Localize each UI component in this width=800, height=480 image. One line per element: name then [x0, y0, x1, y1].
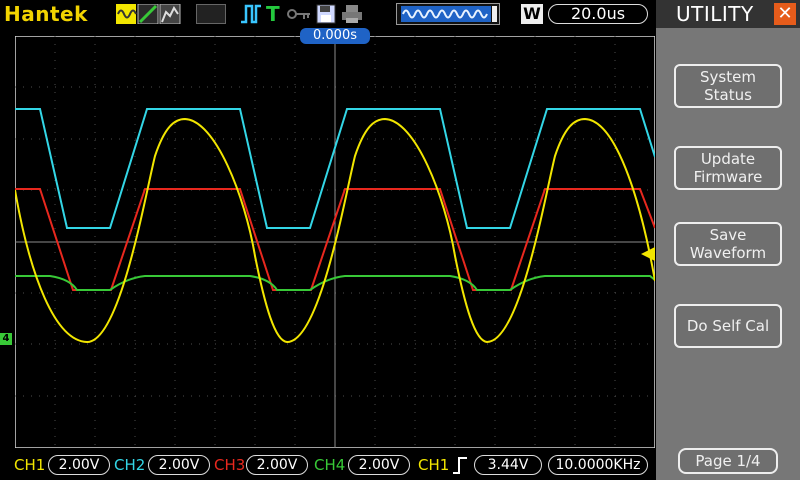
sidebar-title-bar: UTILITY ✕ — [656, 0, 800, 28]
memory-waveform-icon — [396, 3, 500, 25]
utility-sidebar: UTILITY ✕ System Status Update Firmware … — [656, 0, 800, 480]
wave-badge: W — [521, 4, 543, 24]
timebase-display[interactable]: 20.0us — [548, 4, 648, 24]
floppy-disk-icon[interactable] — [316, 4, 336, 24]
printer-icon[interactable] — [341, 4, 363, 24]
ch2-label: CH2 — [114, 456, 146, 474]
trigger-time-badge[interactable]: 0.000s — [300, 28, 370, 44]
channel-waveform-icons[interactable] — [116, 4, 186, 24]
scope-display[interactable] — [15, 36, 655, 448]
ch4-scale[interactable]: 2.00V — [348, 455, 410, 475]
close-icon[interactable]: ✕ — [774, 3, 796, 25]
ch4-marker[interactable]: 4 — [0, 333, 12, 345]
sidebar-title: UTILITY — [676, 2, 754, 26]
trigger-frequency: 10.0000KHz — [548, 455, 648, 475]
save-waveform-label: Save Waveform — [689, 226, 767, 262]
trigger-channel-label: CH1 — [418, 456, 450, 474]
ch3-scale[interactable]: 2.00V — [246, 455, 308, 475]
trigger-level[interactable]: 3.44V — [474, 455, 542, 475]
ch4-label: CH4 — [314, 456, 346, 474]
brand-logo: Hantek — [4, 2, 88, 26]
ch3-label: CH3 — [214, 456, 246, 474]
do-self-cal-button[interactable]: Do Self Cal — [674, 304, 782, 348]
pulse-run-icon[interactable] — [240, 4, 262, 24]
page-button[interactable]: Page 1/4 — [678, 448, 778, 474]
save-waveform-button[interactable]: Save Waveform — [674, 222, 782, 266]
system-status-label: System Status — [700, 68, 756, 104]
system-status-button[interactable]: System Status — [674, 64, 782, 108]
do-self-cal-label: Do Self Cal — [686, 317, 770, 335]
ch1-label: CH1 — [14, 456, 46, 474]
top-bar: Hantek T W 20.0us — [0, 0, 656, 28]
ch1-scale[interactable]: 2.00V — [48, 455, 110, 475]
status-bar: CH1 2.00V CH2 2.00V CH3 2.00V CH4 2.00V … — [0, 452, 656, 480]
ch2-scale[interactable]: 2.00V — [148, 455, 210, 475]
update-firmware-button[interactable]: Update Firmware — [674, 146, 782, 190]
trigger-level-marker[interactable] — [641, 247, 655, 261]
update-firmware-label: Update Firmware — [693, 150, 763, 186]
trigger-mode-label: T — [266, 2, 280, 26]
key-icon — [287, 9, 310, 19]
rising-edge-icon — [453, 457, 467, 474]
window-box-icon — [196, 4, 226, 24]
